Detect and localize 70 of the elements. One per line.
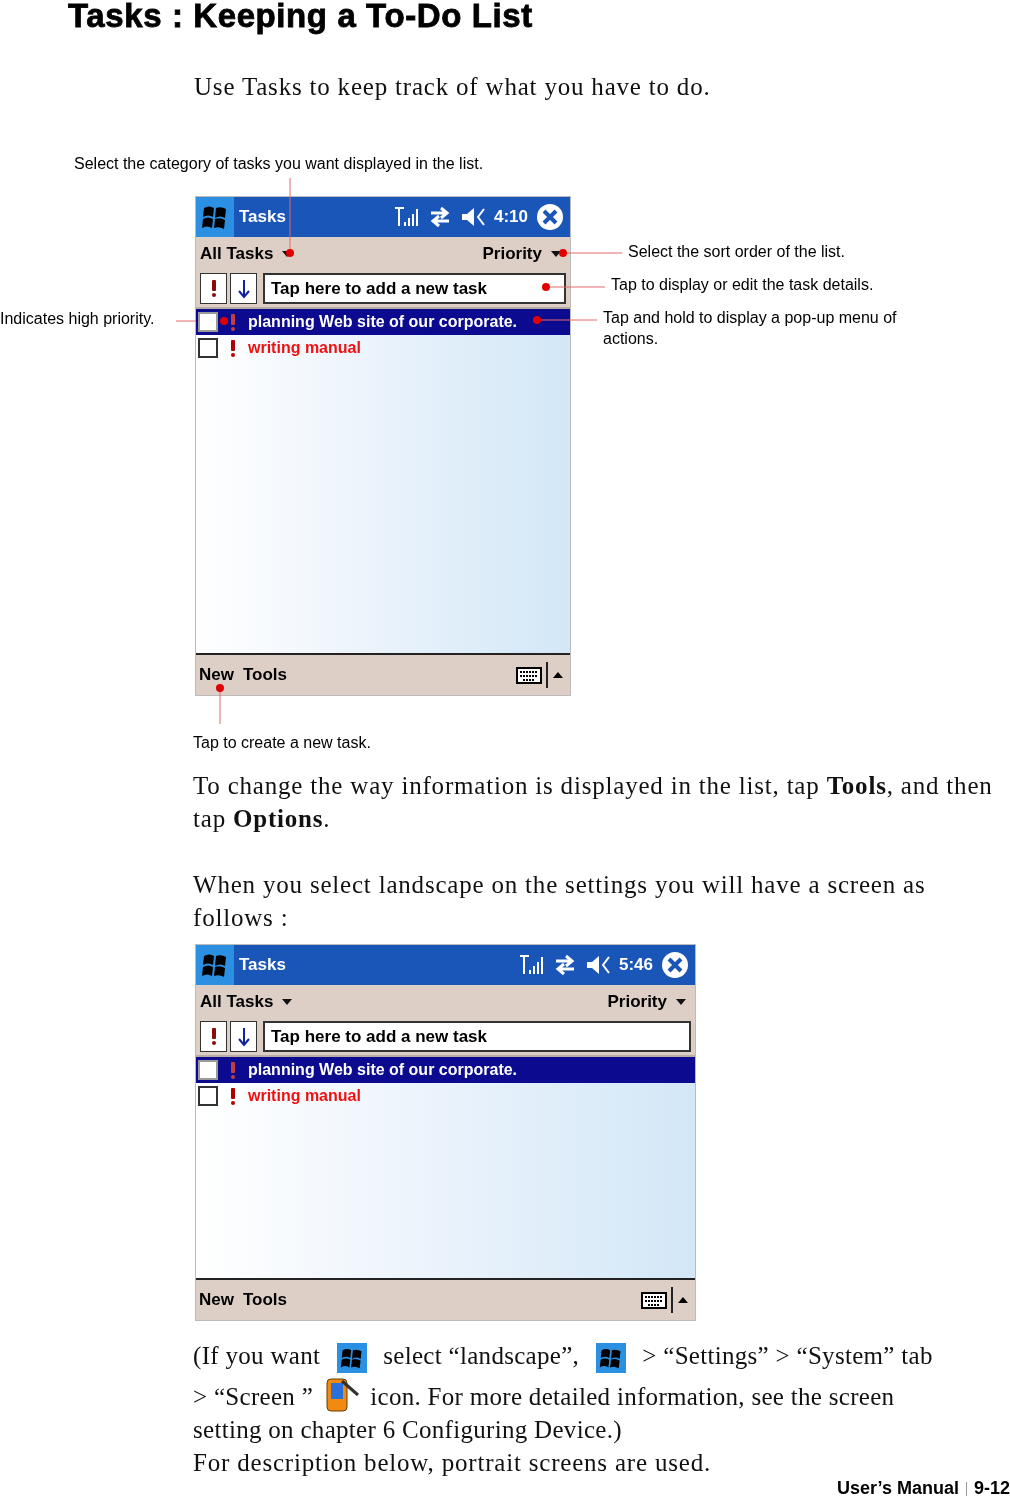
- down-arrow-icon: [237, 278, 250, 299]
- menu-item[interactable]: Tools: [242, 662, 288, 688]
- note-text: (If you want: [193, 1342, 321, 1369]
- signal-icon[interactable]: [393, 206, 420, 228]
- new-task-field[interactable]: Tap here to add a new task: [263, 1021, 691, 1052]
- body-paragraph: To change the way information is displayed in the list, tap Tools, and then tap Options.: [193, 771, 993, 834]
- note-text: select “landscape”,: [383, 1342, 580, 1369]
- window-title: Tasks: [239, 206, 286, 229]
- close-icon[interactable]: [536, 203, 564, 231]
- note-text: icon. For more detailed information, see the screen: [370, 1383, 895, 1411]
- note-text: > “Screen ”: [193, 1383, 314, 1411]
- leader-line: [533, 316, 598, 324]
- close-icon[interactable]: [661, 951, 689, 979]
- up-caret-icon[interactable]: [677, 1295, 689, 1305]
- caret-icon: [550, 248, 562, 259]
- callout-text: Select the category of tasks you want displayed in the list.: [74, 154, 484, 174]
- keyboard-icon[interactable]: [641, 1290, 667, 1310]
- sort-order-button[interactable]: [230, 273, 257, 304]
- keyboard-icon[interactable]: [516, 665, 542, 685]
- callout-text: Tap and hold to display a pop-up menu of actions.: [603, 308, 898, 349]
- category-dropdown[interactable]: All Tasks: [200, 988, 294, 1015]
- start-icon: [336, 1343, 367, 1374]
- down-arrow-icon: [237, 1026, 250, 1047]
- sort-dropdown[interactable]: Priority: [607, 988, 687, 1015]
- priority-button[interactable]: [200, 273, 227, 304]
- checkbox[interactable]: [198, 338, 218, 358]
- leader-line: [542, 283, 606, 291]
- task-row[interactable]: writing manual: [196, 335, 570, 361]
- body-paragraph: When you select landscape on the settings you will have a screen as follows :: [193, 870, 927, 933]
- task-row[interactable]: planning Web site of our corporate.: [196, 1057, 695, 1083]
- task-row[interactable]: planning Web site of our corporate.: [196, 309, 570, 335]
- leader-line: [559, 249, 623, 257]
- callout-text: Select the sort order of the list.: [628, 242, 845, 262]
- checkbox[interactable]: [198, 1060, 218, 1080]
- task-title: planning Web site of our corporate.: [248, 1060, 518, 1080]
- manual-label: User’s Manual: [836, 1477, 959, 1500]
- window-title: Tasks: [239, 954, 286, 977]
- up-caret-icon[interactable]: [552, 670, 564, 680]
- checkbox[interactable]: [198, 1086, 218, 1106]
- body-paragraph: For description below, portrait screens are used.: [193, 1448, 712, 1479]
- menu-item[interactable]: New: [199, 1287, 234, 1313]
- caret-icon: [281, 996, 294, 1007]
- note-text: > “Settings” > “System” tab: [642, 1342, 933, 1369]
- intro-text: Use Tasks to keep track of what you have to do.: [194, 72, 711, 102]
- page-number: 9-12: [973, 1477, 1010, 1500]
- menu-item[interactable]: Tools: [242, 1287, 288, 1313]
- callout-text: Indicates high priority.: [0, 309, 155, 329]
- new-task-field[interactable]: Tap here to add a new task: [263, 273, 566, 304]
- task-row[interactable]: writing manual: [196, 1083, 695, 1109]
- signal-icon[interactable]: [518, 954, 545, 976]
- callout-text: Tap to create a new task.: [193, 733, 371, 753]
- caret-icon: [675, 996, 687, 1007]
- clock-time[interactable]: 4:10: [493, 204, 528, 230]
- note-text: setting on chapter 6 Configuring Device.): [193, 1416, 622, 1444]
- task-title: writing manual: [248, 1086, 361, 1106]
- leader-line: [216, 684, 224, 725]
- callout-text: Tap to display or edit the task details.: [611, 275, 874, 295]
- sort-order-button[interactable]: [230, 1021, 257, 1052]
- task-title: writing manual: [248, 338, 361, 358]
- speaker-icon[interactable]: [459, 206, 486, 228]
- page-title: Tasks : Keeping a To-Do List: [68, 0, 533, 33]
- clock-time[interactable]: 5:46: [618, 952, 653, 978]
- menu-item[interactable]: New: [199, 662, 234, 688]
- priority-button[interactable]: [200, 1021, 227, 1052]
- task-title: planning Web site of our corporate.: [248, 312, 518, 332]
- leader-line: [175, 317, 228, 325]
- checkbox[interactable]: [198, 312, 218, 332]
- start-icon: [595, 1343, 626, 1374]
- sort-dropdown[interactable]: Priority: [482, 240, 562, 267]
- speaker-icon[interactable]: [584, 954, 611, 976]
